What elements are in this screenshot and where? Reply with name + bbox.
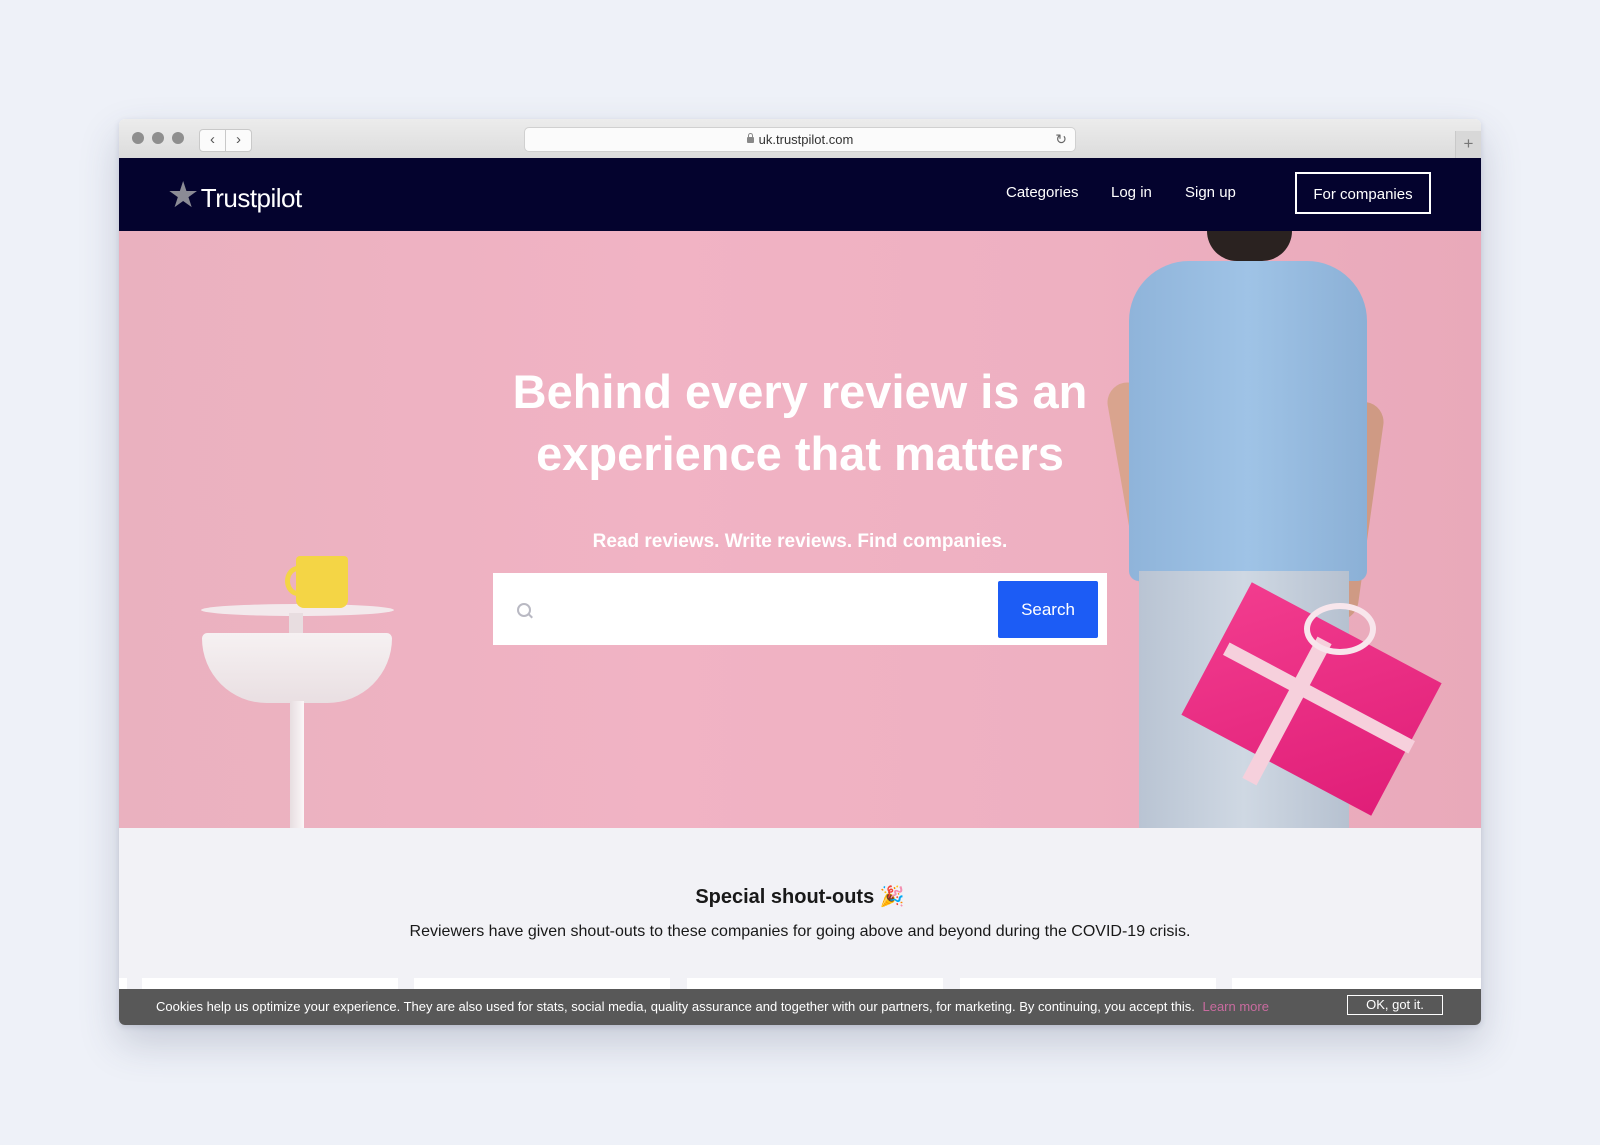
browser-window: ‹ › uk.trustpilot.com ↻ + ★Trustpilot Ca… [119,119,1481,1025]
side-table-bowl [202,633,392,703]
site-header: ★Trustpilot Categories Log in Sign up Fo… [119,158,1481,231]
back-button[interactable]: ‹ [199,129,226,152]
logo-text: Trustpilot [200,183,302,213]
shoutouts-title: Special shout-outs 🎉 [695,886,905,908]
for-companies-button[interactable]: For companies [1295,172,1431,214]
reload-icon[interactable]: ↻ [1055,128,1067,151]
side-table-pole [290,701,304,828]
hero-headline-line1: Behind every review is an [512,365,1088,418]
cookie-accept-button[interactable]: OK, got it. [1347,995,1443,1015]
search-icon [517,603,531,617]
trustpilot-logo[interactable]: ★Trustpilot [167,174,302,216]
search-form: Search [493,573,1107,645]
new-tab-button[interactable]: + [1455,131,1481,158]
lock-icon [746,133,754,143]
minimize-window-dot[interactable] [152,132,164,144]
gift-bow [1304,603,1376,655]
person-hair [1207,231,1292,261]
search-button[interactable]: Search [998,581,1098,638]
forward-button[interactable]: › [225,129,252,152]
browser-toolbar: ‹ › uk.trustpilot.com ↻ + [119,119,1481,159]
hero-subheadline: Read reviews. Write reviews. Find compan… [592,531,1008,552]
shoutouts-description: Reviewers have given shout-outs to these… [409,923,1191,940]
close-window-dot[interactable] [132,132,144,144]
hero-headline-line2: experience that matters [536,427,1064,480]
search-input[interactable] [541,591,975,629]
learn-more-link[interactable]: Learn more [1202,999,1268,1014]
nav-sign-up[interactable]: Sign up [1185,184,1236,201]
cookie-text-wrap: Cookies help us optimize your experience… [156,999,1269,1014]
nav-log-in[interactable]: Log in [1111,184,1152,201]
cookie-banner: Cookies help us optimize your experience… [119,989,1481,1025]
yellow-mug-illustration [296,556,348,608]
address-bar[interactable]: uk.trustpilot.com ↻ [524,127,1076,152]
maximize-window-dot[interactable] [172,132,184,144]
hero-banner: Behind every review is an experience tha… [119,231,1481,828]
hero-headline: Behind every review is an experience tha… [119,361,1481,485]
url-text: uk.trustpilot.com [758,132,854,147]
nav-categories[interactable]: Categories [1006,184,1079,201]
star-icon: ★ [167,174,199,215]
cookie-text: Cookies help us optimize your experience… [156,999,1195,1014]
